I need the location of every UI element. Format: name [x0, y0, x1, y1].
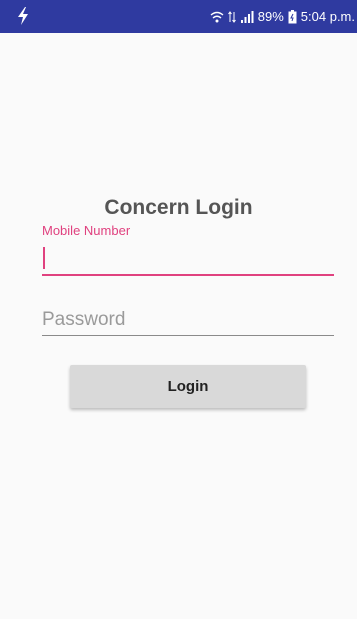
- login-button[interactable]: Login: [70, 365, 306, 408]
- data-transfer-icon: [227, 10, 236, 24]
- login-screen: 89% 5:04 p.m. Concern Login Mobile Numbe…: [0, 0, 357, 619]
- battery-icon: [288, 9, 297, 24]
- status-indicators: 89% 5:04 p.m.: [210, 0, 357, 33]
- clock: 5:04 p.m.: [300, 9, 355, 24]
- password-input[interactable]: [42, 306, 334, 334]
- mobile-number-underline: [42, 274, 334, 276]
- mobile-number-field[interactable]: Mobile Number: [42, 223, 334, 277]
- flash-icon: [16, 6, 30, 26]
- mobile-number-input[interactable]: [48, 245, 332, 271]
- page-title: Concern Login: [104, 196, 253, 219]
- text-cursor: [43, 247, 45, 269]
- status-bar: 89% 5:04 p.m.: [0, 0, 357, 33]
- mobile-number-label: Mobile Number: [42, 223, 131, 238]
- wifi-icon: [210, 10, 224, 24]
- signal-icon: [240, 10, 254, 24]
- battery-percent: 89%: [257, 9, 284, 24]
- password-underline: [42, 335, 334, 336]
- password-field[interactable]: [42, 306, 334, 338]
